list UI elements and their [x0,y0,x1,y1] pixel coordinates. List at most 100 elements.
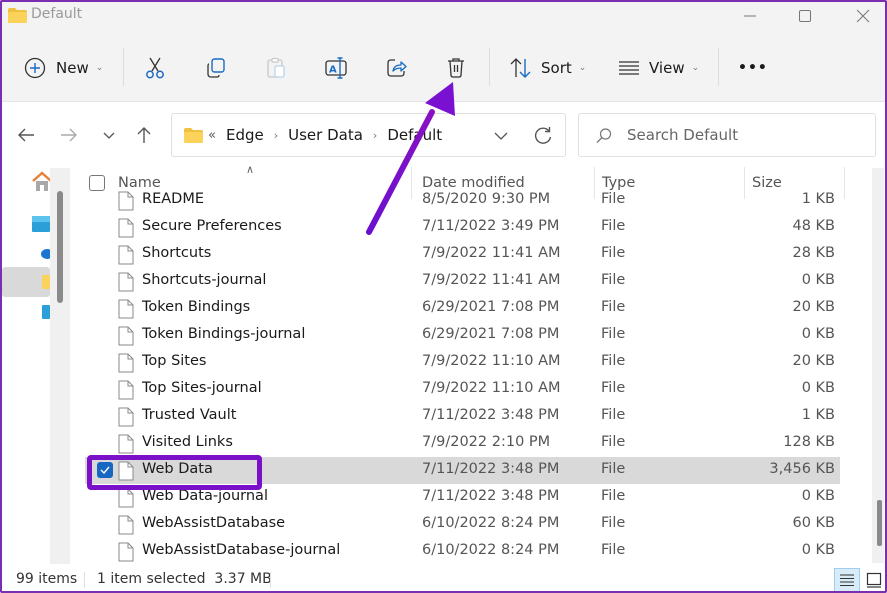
drive-icon[interactable] [42,305,50,319]
file-icon [118,299,134,319]
add-circle-icon [24,57,46,79]
toolbar-divider [123,48,124,86]
file-icon [118,272,134,292]
file-size: 20 KB [792,299,835,315]
copy-button[interactable] [204,52,228,84]
desktop-icon[interactable] [32,216,50,232]
up-button[interactable] [130,121,158,149]
file-size: 48 KB [792,218,835,234]
file-type: File [601,191,626,207]
file-type: File [601,218,626,234]
breadcrumb-overflow[interactable]: « [208,128,216,143]
arrow-up-icon [137,127,151,143]
arrow-right-icon [61,128,77,142]
file-size: 0 KB [801,326,835,342]
onedrive-icon[interactable] [40,245,50,259]
file-icon [118,326,134,346]
more-icon: ••• [738,60,768,76]
item-count: 99 items [16,571,78,587]
breadcrumb: « Edge › User Data › Default [208,126,476,144]
rename-button[interactable]: A [324,52,350,84]
breadcrumb-item[interactable]: User Data [288,126,363,144]
file-row[interactable]: WebAssistDatabase 6/10/2022 8:24 PM File 60… [85,511,840,538]
folder-icon [8,8,27,23]
file-row[interactable]: Visited Links 7/9/2022 2:10 PM File 128 KB [85,430,840,457]
file-name: Token Bindings-journal [142,326,306,342]
file-row[interactable]: Top Sites 7/9/2022 11:10 AM File 20 KB [85,349,840,376]
address-dropdown-icon[interactable] [491,126,511,146]
file-type: File [601,326,626,342]
file-list: README 8/5/2020 9:30 PM File 1 KB Secure Pre… [70,189,860,564]
folder-icon[interactable] [42,275,50,289]
file-row[interactable]: Token Bindings-journal 6/29/2021 7:08 PM F… [85,322,840,349]
title-bar: Default [0,0,887,32]
file-row[interactable]: Trusted Vault 7/11/2022 3:48 PM File 1 KB [85,403,840,430]
file-icon [118,353,134,373]
new-button[interactable]: New ⌄ [24,52,103,84]
file-name: README [142,191,204,207]
sort-icon [510,58,531,78]
details-view-button[interactable] [834,568,860,592]
file-date-modified: 7/11/2022 3:48 PM [422,461,560,477]
view-button[interactable]: View ⌄ [618,52,699,84]
file-date-modified: 7/9/2022 11:41 AM [422,245,561,261]
paste-button[interactable] [264,52,288,84]
search-input[interactable] [627,124,867,146]
file-date-modified: 6/29/2021 7:08 PM [422,326,560,342]
paste-icon [267,57,285,78]
cut-icon [146,57,164,79]
file-row[interactable]: README 8/5/2020 9:30 PM File 1 KB [85,189,840,214]
forward-button[interactable] [55,121,83,149]
file-row[interactable]: Top Sites-journal 7/9/2022 11:10 AM File 0 … [85,376,840,403]
file-row[interactable]: Shortcuts-journal 7/9/2022 11:41 AM File 0 … [85,268,840,295]
home-icon[interactable] [32,171,52,193]
view-label: View [649,59,685,77]
maximize-button[interactable] [782,0,828,32]
status-bar: 99 items 1 item selected 3.37 MB [0,564,887,593]
more-options-button[interactable]: ••• [738,52,768,84]
file-icon [118,218,134,238]
share-button[interactable] [385,52,409,84]
file-row[interactable]: Shortcuts 7/9/2022 11:41 AM File 28 KB [85,241,840,268]
search-box[interactable] [578,113,876,157]
file-size: 20 KB [792,353,835,369]
sort-button[interactable]: Sort ⌄ [509,52,586,84]
minimize-button[interactable] [727,0,773,32]
file-type: File [601,353,626,369]
nav-scrollbar-thumb[interactable] [57,191,63,303]
address-bar[interactable]: « Edge › User Data › Default [171,113,566,157]
rename-icon: A [325,57,347,79]
chevron-down-icon: ⌄ [691,63,700,73]
new-label: New [56,59,89,77]
file-row[interactable]: Token Bindings 6/29/2021 7:08 PM File 20 KB [85,295,840,322]
file-type: File [601,488,626,504]
file-name: Shortcuts [142,245,212,261]
file-name: WebAssistDatabase-journal [142,542,341,558]
file-type: File [601,245,626,261]
large-icons-view-button[interactable] [862,568,886,592]
cut-button[interactable] [143,52,167,84]
selection-info: 1 item selected 3.37 MB [97,571,272,587]
breadcrumb-item[interactable]: Edge [226,126,264,144]
delete-button[interactable] [444,52,468,84]
delete-icon [448,58,464,78]
refresh-icon[interactable] [532,125,554,147]
recent-locations-button[interactable] [95,121,123,149]
file-size: 1 KB [801,407,835,423]
file-row[interactable]: Secure Preferences 7/11/2022 3:49 PM File 4… [85,214,840,241]
breadcrumb-item[interactable]: Default [387,126,442,144]
chevron-right-icon[interactable]: › [373,129,377,142]
close-button[interactable] [840,0,886,32]
file-type: File [601,272,626,288]
address-row: « Edge › User Data › Default [0,103,887,163]
chevron-right-icon[interactable]: › [274,129,278,142]
file-size: 0 KB [801,488,835,504]
file-list-scrollbar-thumb[interactable] [877,500,882,546]
back-button[interactable] [12,121,40,149]
minimize-icon [744,15,756,17]
file-size: 1 KB [801,191,835,207]
chevron-down-icon: ⌄ [578,63,587,73]
sort-ascending-icon: ∧ [246,163,255,176]
file-date-modified: 7/9/2022 11:41 AM [422,272,561,288]
file-row[interactable]: WebAssistDatabase-journal 6/10/2022 8:24 … [85,538,840,564]
